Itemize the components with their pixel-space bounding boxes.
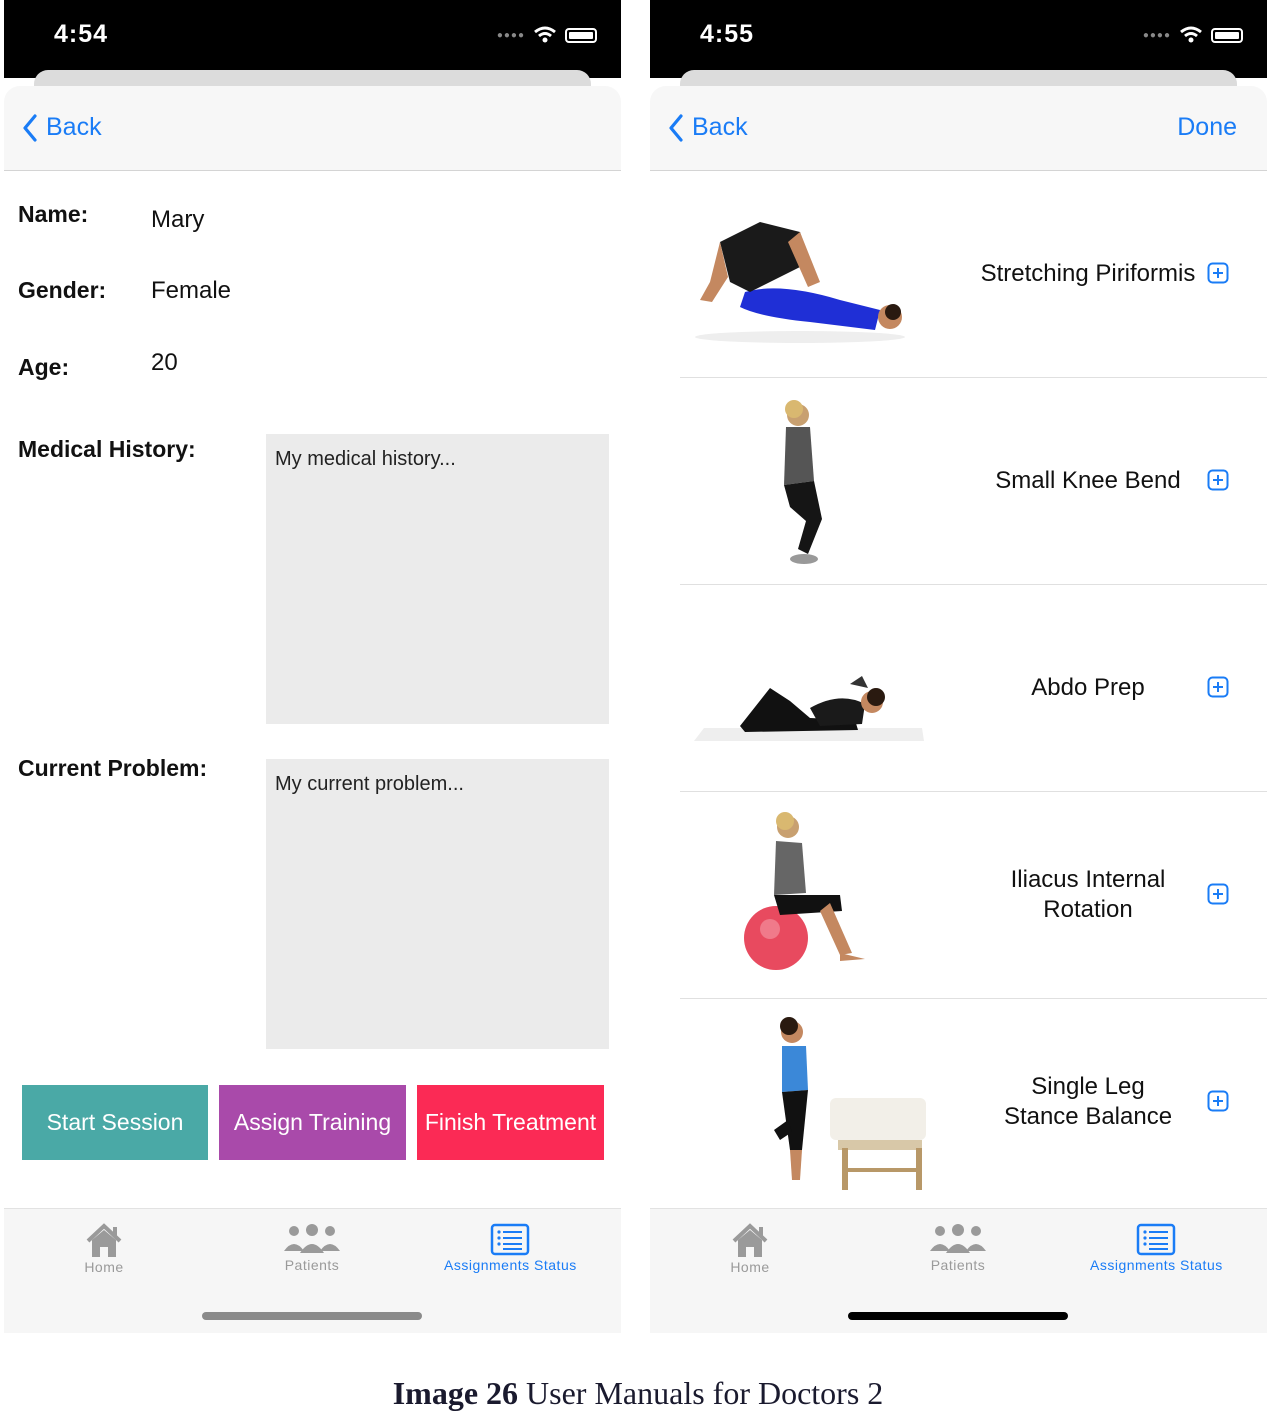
tab-home-label: Home [730,1259,770,1275]
medical-history-textarea[interactable]: My medical history... [266,434,609,724]
back-label: Back [46,113,102,141]
nav-bar: Back [4,86,621,171]
status-time: 4:55 [700,20,755,48]
tab-home[interactable]: Home [84,1223,124,1275]
patients-icon [930,1224,986,1253]
back-label: Back [692,113,748,141]
tab-bar: Home Patients Assignments Status [650,1208,1267,1333]
home-indicator [848,1312,1068,1320]
tab-patients-label: Patients [930,1257,986,1273]
signal-icon: ●●●● [1142,29,1171,41]
caption-text: User Manuals for Doctors 2 [518,1375,884,1411]
exercise-image-stretching-piriformis [695,222,905,343]
home-icon [86,1223,122,1257]
status-bar: 4:54 ●●●● [4,0,621,78]
battery-icon [565,27,597,43]
exercise-row[interactable]: Abdo Prep [680,584,1267,792]
plus-square-icon[interactable] [1207,469,1229,491]
gender-value: Female [151,277,232,304]
patient-detail-screen: 4:54 ●●●● Back Name: Mary Gender: Female… [4,0,621,1333]
age-value: 20 [151,349,178,376]
finish-treatment-button[interactable]: Finish Treatment [417,1085,604,1160]
exercise-image-iliacus-internal-rotation [744,812,865,970]
name-value: Mary [151,206,205,233]
exercise-title: Iliacus Internal Rotation [1010,865,1166,923]
home-indicator [202,1312,422,1320]
tab-patients-label: Patients [284,1257,340,1273]
gender-label: Gender: [18,277,107,303]
exercise-row[interactable]: Iliacus Internal Rotation [680,791,1267,999]
chevron-left-icon [23,113,37,142]
exercise-title: Single Leg Stance Balance [1003,1072,1173,1130]
exercise-image-single-leg-stance-balance [774,1017,926,1190]
caption-bold: Image 26 [392,1375,519,1411]
exercise-row[interactable]: Small Knee Bend [680,377,1267,585]
tab-home-label: Home [84,1259,124,1275]
exercise-image-abdo-prep [694,676,924,741]
tab-home[interactable]: Home [730,1223,770,1275]
plus-square-icon[interactable] [1207,1090,1229,1112]
plus-square-icon[interactable] [1207,676,1229,698]
tab-assignments-status[interactable]: Assignments Status [444,1223,577,1273]
current-problem-textarea[interactable]: My current problem... [266,759,609,1049]
plus-square-icon[interactable] [1207,883,1229,905]
status-time: 4:54 [54,20,109,48]
name-label: Name: [18,201,89,227]
exercise-row[interactable]: Single Leg Stance Balance [680,998,1267,1205]
tab-bar: Home Patients Assignments Status [4,1208,621,1333]
battery-icon [1211,27,1243,43]
current-problem-label: Current Problem: [18,755,208,781]
nav-bar: Back Done [650,86,1267,171]
exercise-picker-screen: 4:55 ●●●● Back Done Stretching Piriformi… [650,0,1267,1333]
assign-training-button[interactable]: Assign Training [219,1085,406,1160]
list-icon [491,1223,530,1256]
exercise-row[interactable]: Stretching Piriformis [680,170,1267,378]
chevron-left-icon [669,113,683,142]
signal-icon: ●●●● [496,29,525,41]
tab-assignments-status[interactable]: Assignments Status [1090,1223,1223,1273]
start-session-button[interactable]: Start Session [22,1085,208,1160]
back-button[interactable]: Back [668,113,748,142]
exercise-title: Stretching Piriformis [980,259,1196,287]
figure-caption: Image 26 User Manuals for Doctors 2 [0,1375,1276,1412]
wifi-icon [534,26,556,43]
back-button[interactable]: Back [22,113,102,142]
done-button[interactable]: Done [1177,113,1237,142]
tab-assignments-label: Assignments Status [1090,1257,1223,1273]
exercise-title: Small Knee Bend [995,466,1181,494]
tab-patients[interactable]: Patients [282,1223,342,1273]
tab-assignments-label: Assignments Status [444,1257,577,1273]
home-icon [732,1223,768,1257]
wifi-icon [1180,26,1202,43]
medical-history-label: Medical History: [18,436,196,462]
tab-patients[interactable]: Patients [928,1223,988,1273]
list-icon [1137,1223,1176,1256]
exercise-title: Abdo Prep [1031,673,1145,701]
status-bar: 4:55 ●●●● [650,0,1267,78]
plus-square-icon[interactable] [1207,262,1229,284]
patients-icon [284,1224,340,1253]
age-label: Age: [18,354,70,380]
exercise-image-small-knee-bend [784,400,822,564]
